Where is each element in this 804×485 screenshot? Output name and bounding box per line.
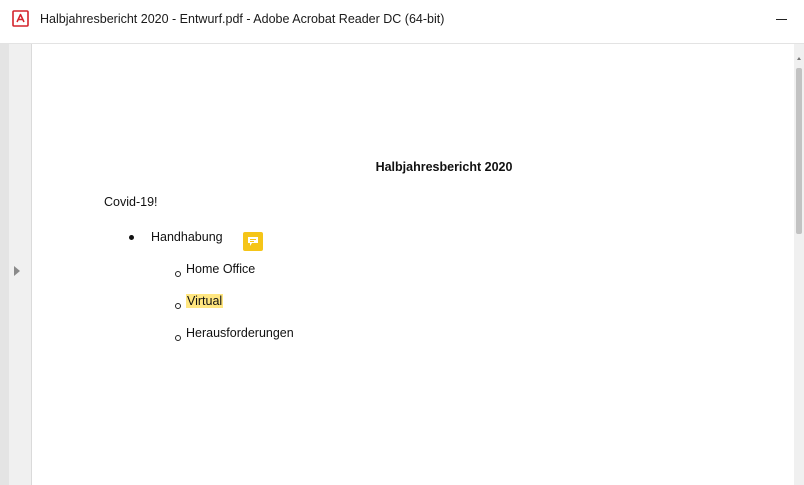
document-heading: Covid-19! [104, 195, 158, 209]
bullet-icon [129, 235, 134, 240]
scrollbar-thumb[interactable] [796, 68, 802, 234]
vertical-scrollbar[interactable] [794, 44, 804, 485]
sub-item-home-office: Home Office [186, 262, 256, 276]
acrobat-window: Halbjahresbericht 2020 - Entwurf.pdf - A… [0, 0, 804, 485]
window-title: Halbjahresbericht 2020 - Entwurf.pdf - A… [40, 12, 445, 26]
sub-item-herausforderungen: Herausforderungen [186, 326, 294, 340]
circle-bullet-icon [175, 303, 181, 309]
bullet-item-handhabung: Handhabung [151, 230, 223, 244]
pdf-icon [11, 9, 31, 29]
document-title: Halbjahresbericht 2020 [375, 160, 513, 174]
document-page: Halbjahresbericht 2020 Covid-19! Handhab… [32, 44, 794, 485]
scroll-up-arrow-icon[interactable] [797, 57, 801, 60]
title-bar: Halbjahresbericht 2020 - Entwurf.pdf - A… [0, 0, 804, 44]
circle-bullet-icon [175, 335, 181, 341]
navigation-pane-edge [0, 44, 9, 485]
navigation-pane [0, 44, 32, 485]
circle-bullet-icon [175, 271, 181, 277]
minimize-icon [775, 18, 787, 20]
sub-item-virtual[interactable]: Virtual [186, 294, 224, 308]
highlighted-text[interactable]: Virtual [186, 294, 224, 308]
comment-icon[interactable] [243, 232, 263, 251]
minimize-button[interactable] [758, 0, 804, 44]
expand-pane-arrow-icon[interactable] [14, 266, 20, 276]
